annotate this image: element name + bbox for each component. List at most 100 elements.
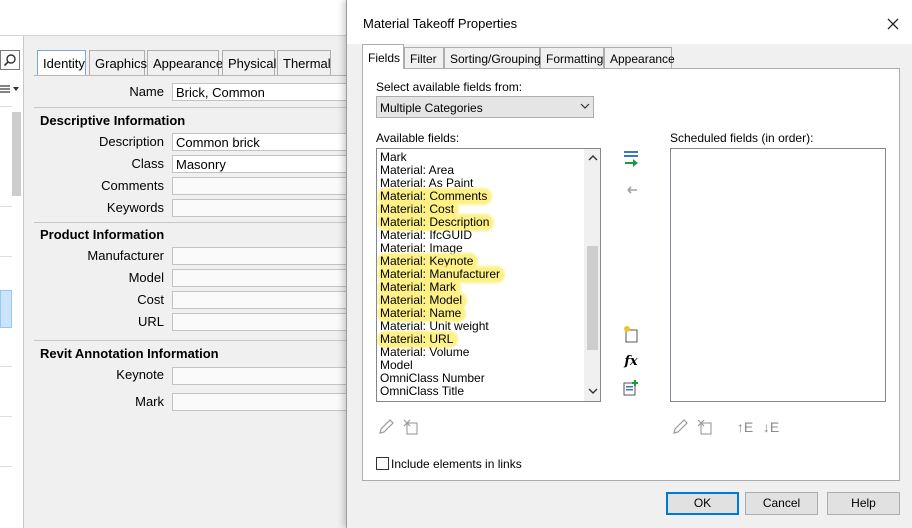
tab-label: Filter <box>410 52 437 66</box>
description-field[interactable]: Common brick <box>172 133 352 151</box>
list-view-icon <box>0 85 10 93</box>
annotation-section-title: Revit Annotation Information <box>40 346 219 361</box>
tab-label: Fields <box>368 51 401 65</box>
available-fields-scrollbar[interactable] <box>584 149 600 401</box>
name-label: Name <box>129 84 164 99</box>
remove-parameter-button[interactable] <box>621 180 641 200</box>
scheduled-fields-list[interactable] <box>670 148 886 402</box>
tab-fields[interactable]: Fields <box>362 44 404 69</box>
tab-filter[interactable]: Filter <box>404 47 444 68</box>
function-icon: fx <box>624 353 638 369</box>
search-button[interactable] <box>0 50 20 70</box>
new-parameter-button[interactable] <box>621 324 641 344</box>
edit-available-button[interactable] <box>376 417 396 437</box>
move-up-button[interactable]: ↑E <box>733 417 757 437</box>
section-divider <box>34 340 350 341</box>
dialog-title: Material Takeoff Properties <box>363 16 518 31</box>
mark-field[interactable] <box>172 393 352 411</box>
model-label: Model <box>128 270 164 285</box>
tab-physical[interactable]: Physical <box>222 50 276 75</box>
tab-formatting[interactable]: Formatting <box>540 47 604 68</box>
delete-icon <box>403 419 418 435</box>
strip-divider <box>0 106 12 107</box>
keynote-field[interactable] <box>172 367 352 385</box>
strip-divider <box>0 206 12 207</box>
tab-label: Graphics <box>95 56 148 71</box>
tab-label: Formatting <box>546 52 604 66</box>
add-parameter-icon <box>624 151 638 167</box>
tab-graphics[interactable]: Graphics <box>89 50 148 75</box>
scroll-up-icon[interactable] <box>588 153 598 163</box>
tab-label: Sorting/Grouping <box>450 52 541 66</box>
selected-material-row[interactable] <box>0 290 12 328</box>
descriptive-section-title: Descriptive Information <box>40 113 186 128</box>
include-links-label[interactable]: Include elements in links <box>391 457 522 471</box>
cost-label: Cost <box>137 292 164 307</box>
category-select[interactable]: Multiple Categories <box>376 96 594 118</box>
select-fields-from-label: Select available fields from: <box>376 80 523 94</box>
scheduled-fields-label: Scheduled fields (in order): <box>670 131 814 145</box>
tab-sorting-grouping[interactable]: Sorting/Grouping <box>444 47 541 68</box>
class-label: Class <box>131 156 164 171</box>
dropdown-arrow-icon <box>13 87 19 91</box>
combine-parameters-icon <box>623 380 638 396</box>
move-up-icon: ↑E <box>736 419 754 435</box>
tab-identity[interactable]: Identity <box>37 50 86 76</box>
tab-appearance[interactable]: Appearance <box>604 47 675 68</box>
strip-divider <box>0 416 12 417</box>
url-field[interactable] <box>172 313 352 331</box>
help-button[interactable]: Help <box>827 492 900 515</box>
delete-available-button[interactable] <box>401 417 421 437</box>
ok-button[interactable]: OK <box>666 492 739 515</box>
scrollbar-thumb[interactable] <box>587 246 598 350</box>
move-down-icon: ↓E <box>762 419 780 435</box>
description-label: Description <box>98 134 164 149</box>
add-parameter-button[interactable] <box>621 148 641 168</box>
remove-parameter-icon <box>627 186 637 194</box>
edit-icon <box>673 419 688 434</box>
edit-icon <box>379 419 394 434</box>
edit-scheduled-button[interactable] <box>670 417 690 437</box>
material-browser-background: Identity Graphics Appearance Physical Th… <box>0 0 352 528</box>
cancel-button[interactable]: Cancel <box>745 492 818 515</box>
section-divider <box>34 107 350 108</box>
comments-field[interactable] <box>172 177 352 195</box>
tab-underline <box>34 75 350 76</box>
manufacturer-field[interactable] <box>172 247 352 265</box>
cost-field[interactable] <box>172 291 352 309</box>
material-takeoff-properties-dialog: Material Takeoff Properties Fields Filte… <box>346 0 912 528</box>
delete-icon <box>697 419 712 435</box>
view-options-menu[interactable] <box>0 80 22 98</box>
section-divider <box>34 222 350 223</box>
tab-appearance[interactable]: Appearance <box>147 50 223 75</box>
tab-thermal[interactable]: Thermal <box>277 50 331 75</box>
available-fields-label: Available fields: <box>376 131 460 145</box>
manufacturer-label: Manufacturer <box>87 248 164 263</box>
include-links-checkbox[interactable] <box>376 457 389 470</box>
scroll-down-icon[interactable] <box>588 386 598 396</box>
available-field-item[interactable]: OmniClass Title <box>379 385 467 398</box>
keynote-label: Keynote <box>116 367 164 382</box>
class-field[interactable]: Masonry <box>172 155 352 173</box>
keywords-field[interactable] <box>172 199 352 217</box>
tab-label: Thermal <box>283 56 331 71</box>
tab-label: Appearance <box>153 56 224 71</box>
available-fields-items: Mark Material: Area Material: As Paint Mate… <box>377 149 584 401</box>
close-button[interactable] <box>883 14 903 34</box>
calculated-value-button[interactable]: fx <box>621 351 641 371</box>
combine-parameters-button[interactable] <box>621 378 641 398</box>
tab-label: Identity <box>43 56 85 71</box>
search-icon <box>3 54 16 67</box>
keywords-label: Keywords <box>106 200 164 215</box>
material-list-scrollbar[interactable] <box>12 112 21 196</box>
material-browser-topbar <box>0 0 350 36</box>
delete-scheduled-button[interactable] <box>695 417 715 437</box>
strip-divider <box>0 466 12 467</box>
name-field[interactable]: Brick, Common <box>172 83 352 101</box>
chevron-down-icon <box>580 103 590 109</box>
model-field[interactable] <box>172 269 352 287</box>
dialog-titlebar: Material Takeoff Properties <box>347 0 912 44</box>
product-section-title: Product Information <box>40 227 165 242</box>
move-down-button[interactable]: ↓E <box>759 417 783 437</box>
available-fields-list[interactable]: Mark Material: Area Material: As Paint Mate… <box>376 148 601 402</box>
